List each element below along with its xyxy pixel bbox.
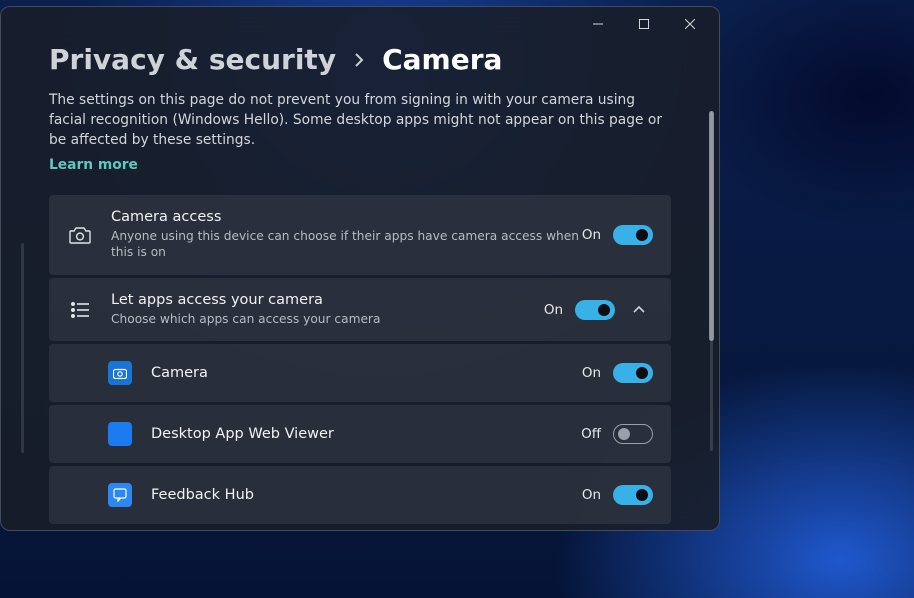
app-toggle[interactable]: [613, 424, 653, 444]
minimize-icon: [593, 19, 603, 29]
app-row-camera[interactable]: Camera On: [49, 344, 671, 402]
close-icon: [685, 19, 695, 29]
chevron-up-icon: [633, 304, 645, 316]
collapse-button[interactable]: [625, 304, 653, 316]
app-icon: [107, 421, 133, 447]
learn-more-link[interactable]: Learn more: [49, 157, 138, 173]
app-toggle[interactable]: [613, 485, 653, 505]
let-apps-toggle[interactable]: [575, 300, 615, 320]
app-name: Desktop App Web Viewer: [151, 426, 581, 442]
setting-title: Camera access: [111, 209, 582, 225]
let-apps-access-setting[interactable]: Let apps access your camera Choose which…: [49, 278, 671, 341]
app-row-feedback-hub[interactable]: Feedback Hub On: [49, 466, 671, 524]
app-name: Feedback Hub: [151, 487, 582, 503]
chevron-right-icon: [354, 53, 364, 67]
maximize-button[interactable]: [621, 9, 667, 39]
app-icon: [107, 482, 133, 508]
maximize-icon: [639, 19, 649, 29]
breadcrumb: Privacy & security Camera: [49, 43, 671, 76]
setting-title: Let apps access your camera: [111, 292, 544, 308]
titlebar: [1, 7, 719, 41]
app-toggle[interactable]: [613, 363, 653, 383]
page-title: Camera: [382, 43, 502, 76]
page-description: The settings on this page do not prevent…: [49, 90, 671, 150]
breadcrumb-parent[interactable]: Privacy & security: [49, 43, 336, 76]
list-icon: [67, 297, 93, 323]
settings-window: Privacy & security Camera The settings o…: [0, 6, 720, 531]
camera-access-toggle[interactable]: [613, 225, 653, 245]
settings-list: Camera access Anyone using this device c…: [49, 195, 671, 524]
setting-subtitle: Anyone using this device can choose if t…: [111, 228, 582, 261]
app-row-desktop-web-viewer[interactable]: Desktop App Web Viewer Off: [49, 405, 671, 463]
scrollbar-thumb[interactable]: [709, 111, 714, 341]
content-area: Privacy & security Camera The settings o…: [1, 41, 719, 530]
toggle-state-label: On: [582, 487, 601, 503]
toggle-state-label: Off: [581, 426, 601, 442]
toggle-state-label: On: [544, 302, 563, 318]
close-button[interactable]: [667, 9, 713, 39]
toggle-state-label: On: [582, 365, 601, 381]
camera-access-setting[interactable]: Camera access Anyone using this device c…: [49, 195, 671, 275]
app-icon: [107, 360, 133, 386]
minimize-button[interactable]: [575, 9, 621, 39]
setting-subtitle: Choose which apps can access your camera: [111, 311, 544, 327]
toggle-state-label: On: [582, 227, 601, 243]
app-name: Camera: [151, 365, 582, 381]
camera-icon: [67, 222, 93, 248]
nav-scrollbar-ghost: [21, 243, 24, 453]
